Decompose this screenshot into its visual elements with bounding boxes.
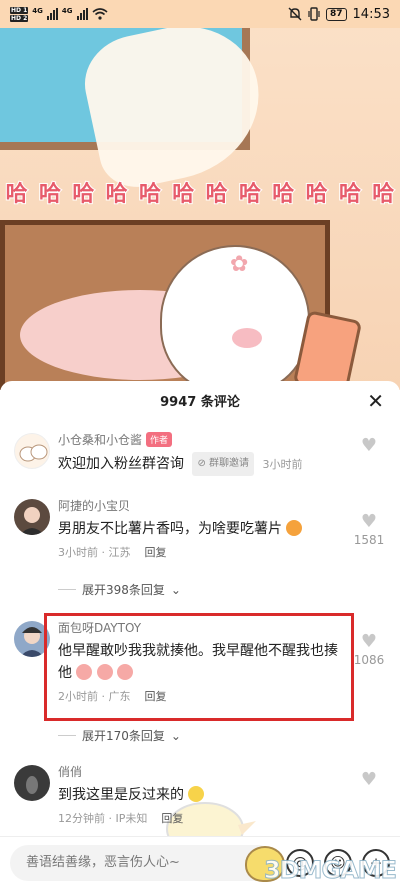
avatar[interactable]	[14, 499, 50, 535]
video-overlay-text: 哈 哈 哈 哈 哈 哈 哈 哈 哈 哈 哈 哈	[0, 176, 400, 208]
comments-sheet: 9947 条评论 ✕ 小仓桑和小仓酱 作者 欢迎加入粉丝群咨询 ⊘ 群聊邀请 3…	[0, 381, 400, 888]
highlight-box	[44, 613, 354, 721]
overlay-char: 哈	[5, 181, 29, 208]
overlay-char: 哈	[271, 181, 295, 208]
comment-meta: 3小时前 · 江苏 回复	[58, 544, 344, 560]
comments-count-title: 9947 条评论	[160, 394, 240, 410]
signal-icon	[46, 8, 58, 20]
overlay-char: 哈	[371, 181, 395, 208]
overlay-char: 哈	[338, 181, 362, 208]
reply-button[interactable]: 回复	[145, 544, 167, 560]
comment-body: 俏俏 到我这里是反过来的 12分钟前 · IP未知 回复	[58, 763, 344, 826]
overlay-char: 哈	[138, 181, 162, 208]
overlay-char: 哈	[205, 181, 229, 208]
reply-button[interactable]: 回复	[161, 810, 183, 826]
clock-time: 14:53	[352, 6, 390, 22]
comment-text: 男朋友不比薯片香吗，为啥要吃薯片	[58, 521, 282, 537]
comment-meta: 12分钟前 · IP未知 回复	[58, 810, 344, 826]
comment-item: 阿捷的小宝贝 男朋友不比薯片香吗，为啥要吃薯片 3小时前 · 江苏 回复 ♥ 1…	[0, 493, 400, 603]
comment-text-row: 欢迎加入粉丝群咨询 ⊘ 群聊邀请 3小时前	[58, 452, 344, 476]
video-character-bow: ✿	[230, 252, 249, 277]
expand-replies-label: 展开398条回复	[82, 583, 165, 597]
heart-icon: ♥	[360, 769, 378, 790]
comment-input[interactable]	[10, 844, 276, 881]
sim1-label: HD 1	[10, 6, 29, 14]
avatar[interactable]	[14, 765, 50, 801]
heart-icon: ♥	[360, 511, 378, 532]
mute-bell-icon	[288, 7, 302, 21]
heart-eyes-emoji-icon	[286, 520, 303, 536]
battery-indicator: 87	[326, 7, 347, 21]
expand-replies-button[interactable]: 展开398条回复 ⌄	[58, 581, 181, 598]
like-button[interactable]: ♥	[344, 435, 394, 457]
vibrate-icon	[308, 7, 320, 21]
comment-username[interactable]: 俏俏	[58, 763, 82, 780]
like-count: 1086	[353, 653, 385, 667]
overlay-char: 哈	[305, 181, 329, 208]
status-right: 87 14:53	[288, 7, 390, 22]
overlay-char: 哈	[38, 181, 62, 208]
link-icon: ⊘	[197, 458, 206, 469]
video-character-cheek	[232, 328, 262, 348]
comment-text-row: 男朋友不比薯片香吗，为啥要吃薯片	[58, 518, 344, 540]
comment-text-row: 到我这里是反过来的	[58, 784, 344, 806]
network-type-label-2: 4G	[61, 6, 73, 15]
signal-icon-2	[76, 8, 88, 20]
overlay-char: 哈	[71, 181, 95, 208]
comment-item: 小仓桑和小仓酱 作者 欢迎加入粉丝群咨询 ⊘ 群聊邀请 3小时前 ♥	[0, 429, 400, 485]
comment-username-row: 阿捷的小宝贝	[58, 497, 344, 514]
expand-replies-button[interactable]: 展开170条回复 ⌄	[58, 727, 181, 744]
like-button[interactable]: ♥ 1581	[344, 511, 394, 547]
comment-username-row: 俏俏	[58, 763, 344, 780]
author-badge: 作者	[146, 432, 173, 447]
comment-body: 小仓桑和小仓酱 作者 欢迎加入粉丝群咨询 ⊘ 群聊邀请 3小时前	[58, 431, 344, 476]
comment-username-row: 小仓桑和小仓酱 作者	[58, 431, 344, 448]
overlay-char: 哈	[238, 181, 262, 208]
comment-time: 3小时前	[262, 458, 303, 471]
chevron-down-icon: ⌄	[170, 582, 181, 597]
wifi-icon	[91, 8, 108, 20]
sim2-label: HD 2	[10, 14, 29, 22]
expand-replies-label: 展开170条回复	[82, 729, 165, 743]
like-button[interactable]: ♥	[344, 769, 394, 791]
comment-text: 欢迎加入粉丝群咨询	[58, 456, 184, 472]
group-invite-chip[interactable]: ⊘ 群聊邀请	[192, 452, 255, 476]
video-player[interactable]: 哈 哈 哈 哈 哈 哈 哈 哈 哈 哈 哈 哈 ✿	[0, 0, 400, 390]
like-count: 1581	[353, 533, 385, 547]
status-left: HD 1 HD 2 4G 4G	[10, 6, 108, 22]
sim-indicators: HD 1 HD 2	[10, 6, 29, 22]
comment-body: 阿捷的小宝贝 男朋友不比薯片香吗，为啥要吃薯片 3小时前 · 江苏 回复	[58, 497, 344, 560]
close-icon[interactable]: ✕	[367, 389, 384, 413]
comment-item: 俏俏 到我这里是反过来的 12分钟前 · IP未知 回复 ♥	[0, 761, 400, 841]
heart-icon: ♥	[360, 435, 378, 456]
overlay-char: 哈	[171, 181, 195, 208]
chevron-down-icon: ⌄	[170, 728, 181, 743]
network-type-label: 4G	[32, 6, 43, 15]
comments-header: 9947 条评论 ✕	[0, 381, 400, 419]
watermark-logo: 3DMGAME	[263, 856, 397, 885]
overlay-char: 哈	[105, 181, 129, 208]
group-invite-label: 群聊邀请	[209, 458, 250, 469]
comment-text: 到我这里是反过来的	[58, 787, 184, 803]
comment-time: 3小时前 · 江苏	[58, 546, 131, 559]
comment-username[interactable]: 小仓桑和小仓酱	[58, 431, 142, 448]
comment-username[interactable]: 阿捷的小宝贝	[58, 497, 130, 514]
status-bar: HD 1 HD 2 4G 4G 87 14:53	[0, 0, 400, 28]
comment-time: 12分钟前 · IP未知	[58, 812, 148, 825]
avatar[interactable]	[14, 433, 50, 469]
grin-emoji-icon	[188, 786, 205, 802]
